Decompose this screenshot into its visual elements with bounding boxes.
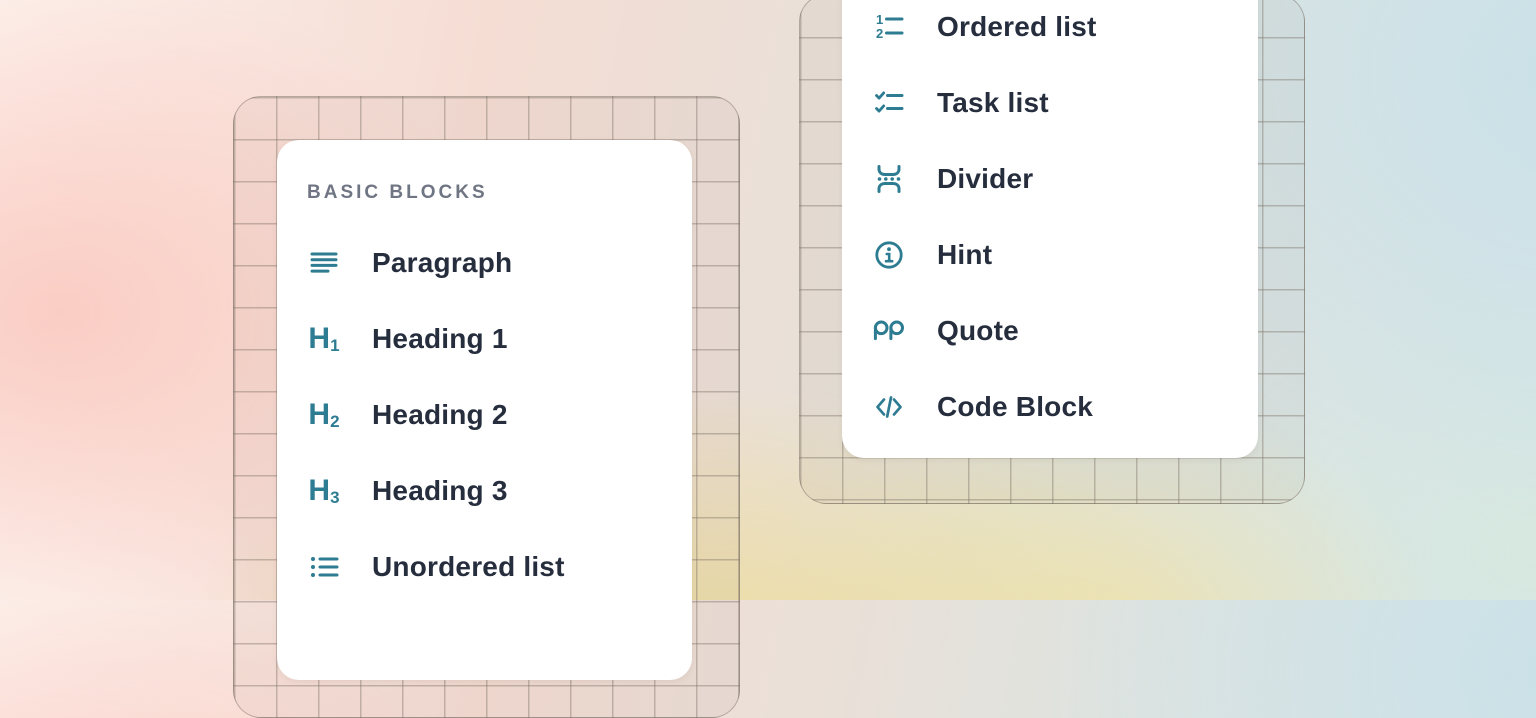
menu-item-label: Heading 3: [372, 475, 508, 507]
svg-text:1: 1: [876, 12, 883, 27]
menu-item-task-list[interactable]: Task list: [842, 65, 1258, 141]
heading-2-icon: H2: [307, 398, 341, 432]
menu-item-label: Unordered list: [372, 551, 565, 583]
ordered-list-icon: 1 2: [872, 10, 906, 44]
menu-item-label: Heading 1: [372, 323, 508, 355]
menu-item-label: Heading 2: [372, 399, 508, 431]
menu-item-code-block[interactable]: Code Block: [842, 369, 1258, 445]
heading-3-icon: H3: [307, 474, 341, 508]
blocks-panel-right: 1 2 Ordered list Task list: [842, 0, 1258, 458]
menu-item-label: Hint: [937, 239, 992, 271]
menu-list-right: 1 2 Ordered list Task list: [842, 0, 1258, 445]
divider-icon: [872, 162, 906, 196]
menu-item-divider[interactable]: Divider: [842, 141, 1258, 217]
menu-item-label: Task list: [937, 87, 1049, 119]
menu-item-label: Quote: [937, 315, 1019, 347]
menu-item-heading-3[interactable]: H3 Heading 3: [277, 453, 692, 529]
menu-item-unordered-list[interactable]: Unordered list: [277, 529, 692, 605]
heading-1-icon: H1: [307, 322, 341, 356]
menu-item-heading-1[interactable]: H1 Heading 1: [277, 301, 692, 377]
menu-item-label: Paragraph: [372, 247, 512, 279]
menu-item-label: Ordered list: [937, 11, 1097, 43]
menu-item-ordered-list[interactable]: 1 2 Ordered list: [842, 0, 1258, 65]
menu-item-quote[interactable]: Quote: [842, 293, 1258, 369]
paragraph-icon: [307, 246, 341, 280]
unordered-list-icon: [307, 550, 341, 584]
menu-item-paragraph[interactable]: Paragraph: [277, 225, 692, 301]
panel-header: BASIC BLOCKS: [307, 180, 692, 206]
menu-item-hint[interactable]: Hint: [842, 217, 1258, 293]
quote-icon: [872, 314, 906, 348]
menu-item-label: Divider: [937, 163, 1033, 195]
menu-item-heading-2[interactable]: H2 Heading 2: [277, 377, 692, 453]
code-block-icon: [872, 390, 906, 424]
menu-item-label: Code Block: [937, 391, 1093, 423]
task-list-icon: [872, 86, 906, 120]
svg-text:2: 2: [876, 26, 883, 41]
basic-blocks-panel: BASIC BLOCKS Paragraph H1 Heading 1 H2 H…: [277, 140, 692, 680]
menu-list-left: Paragraph H1 Heading 1 H2 Heading 2 H3 H…: [277, 225, 692, 605]
hint-icon: [872, 238, 906, 272]
